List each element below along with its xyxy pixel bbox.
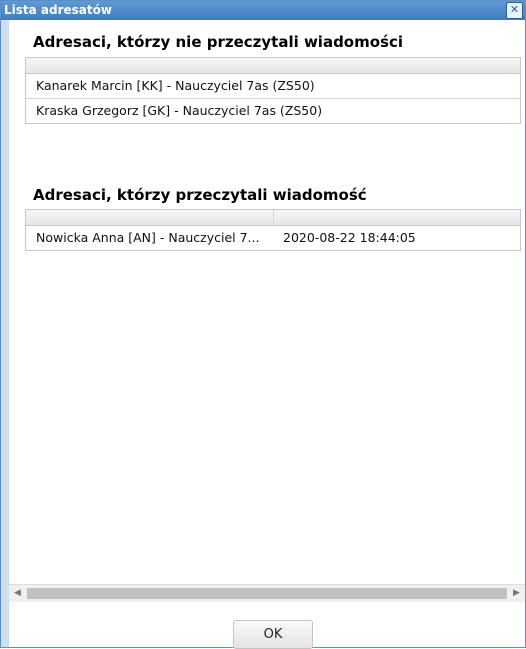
table-row[interactable]: Nowicka Anna [AN] - Nauczyciel 7... 2020… bbox=[26, 226, 520, 250]
title-bar: Lista adresatów ✕ bbox=[1, 1, 525, 20]
read-section-title: Adresaci, którzy przeczytali wiadomość bbox=[33, 186, 367, 204]
recipients-dialog: Lista adresatów ✕ Adresaci, którzy nie p… bbox=[0, 0, 526, 649]
recipient-name: Nowicka Anna [AN] - Nauczyciel 7... bbox=[36, 230, 260, 245]
read-timestamp: 2020-08-22 18:44:05 bbox=[283, 230, 416, 245]
unread-section-title: Adresaci, którzy nie przeczytali wiadomo… bbox=[33, 33, 404, 51]
left-border-strip bbox=[1, 20, 9, 647]
horizontal-scrollbar[interactable]: ◀ ▶ bbox=[9, 584, 525, 602]
column-divider[interactable] bbox=[273, 210, 274, 225]
read-grid-header bbox=[26, 210, 520, 226]
dialog-title: Lista adresatów bbox=[4, 3, 112, 17]
scrollbar-thumb[interactable] bbox=[27, 588, 507, 599]
unread-recipients-grid: Kanarek Marcin [KK] - Nauczyciel 7as (ZS… bbox=[25, 57, 521, 124]
unread-grid-header bbox=[26, 58, 520, 74]
read-recipients-grid: Nowicka Anna [AN] - Nauczyciel 7... 2020… bbox=[25, 209, 521, 251]
scroll-right-icon[interactable]: ▶ bbox=[508, 585, 525, 602]
recipient-name: Kraska Grzegorz [GK] - Nauczyciel 7as (Z… bbox=[36, 103, 323, 118]
scroll-left-icon[interactable]: ◀ bbox=[9, 585, 26, 602]
table-row[interactable]: Kanarek Marcin [KK] - Nauczyciel 7as (ZS… bbox=[26, 74, 520, 99]
close-icon[interactable]: ✕ bbox=[506, 2, 523, 19]
dialog-footer: OK bbox=[9, 602, 525, 649]
table-row[interactable]: Kraska Grzegorz [GK] - Nauczyciel 7as (Z… bbox=[26, 99, 520, 123]
recipient-name: Kanarek Marcin [KK] - Nauczyciel 7as (ZS… bbox=[36, 78, 315, 93]
ok-button[interactable]: OK bbox=[233, 620, 313, 649]
dialog-content: Adresaci, którzy nie przeczytali wiadomo… bbox=[9, 20, 525, 591]
